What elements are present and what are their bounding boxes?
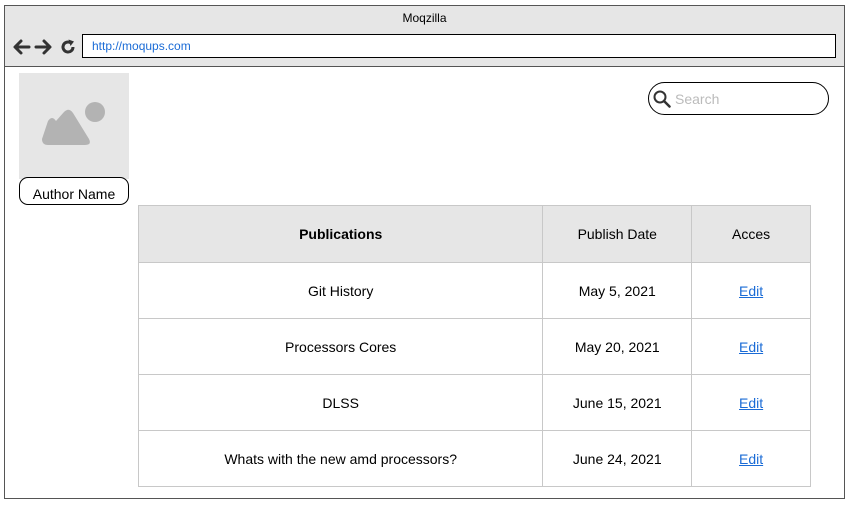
edit-link[interactable]: Edit <box>739 395 763 411</box>
access-cell: Edit <box>691 318 811 375</box>
edit-link[interactable]: Edit <box>739 451 763 467</box>
edit-link[interactable]: Edit <box>739 339 763 355</box>
publish-date: May 5, 2021 <box>542 262 693 319</box>
table-row: Git History May 5, 2021 Edit <box>137 262 811 319</box>
url-bar[interactable]: http://moqups.com <box>82 34 836 58</box>
edit-link[interactable]: Edit <box>739 283 763 299</box>
browser-window: Moqzilla http://moqups.com Author Name S… <box>4 5 845 499</box>
search-box[interactable] <box>648 82 829 115</box>
header-publish-date: Publish Date <box>542 205 693 263</box>
browser-chrome: Moqzilla http://moqups.com <box>5 6 844 67</box>
access-cell: Edit <box>691 374 811 431</box>
search-icon <box>653 90 671 108</box>
table-header-row: Publications Publish Date Acces <box>137 205 811 263</box>
publish-date: June 15, 2021 <box>542 374 693 431</box>
access-cell: Edit <box>691 262 811 319</box>
access-cell: Edit <box>691 430 811 487</box>
header-publications: Publications <box>137 205 544 263</box>
window-title: Moqzilla <box>402 11 447 25</box>
author-name[interactable]: Author Name <box>19 177 129 205</box>
table-row: Whats with the new amd processors? June … <box>137 430 811 487</box>
back-arrow-icon <box>13 39 31 55</box>
publication-title: Git History <box>137 262 544 319</box>
avatar <box>19 73 129 179</box>
table-row: Processors Cores May 20, 2021 Edit <box>137 318 811 375</box>
reload-icon <box>61 39 75 54</box>
search-input[interactable] <box>673 87 827 111</box>
publish-date: June 24, 2021 <box>542 430 693 487</box>
publication-title: DLSS <box>137 374 544 431</box>
forward-arrow-icon <box>34 39 52 55</box>
table-row: DLSS June 15, 2021 Edit <box>137 374 811 431</box>
reload-button[interactable] <box>58 37 78 57</box>
publish-date: May 20, 2021 <box>542 318 693 375</box>
header-access: Acces <box>691 205 811 263</box>
publication-title: Whats with the new amd processors? <box>137 430 544 487</box>
publication-title: Processors Cores <box>137 318 544 375</box>
publications-table: Publications Publish Date Acces Git Hist… <box>137 205 811 487</box>
back-button[interactable] <box>11 37 31 57</box>
image-placeholder-icon <box>42 102 105 145</box>
forward-button[interactable] <box>34 37 54 57</box>
